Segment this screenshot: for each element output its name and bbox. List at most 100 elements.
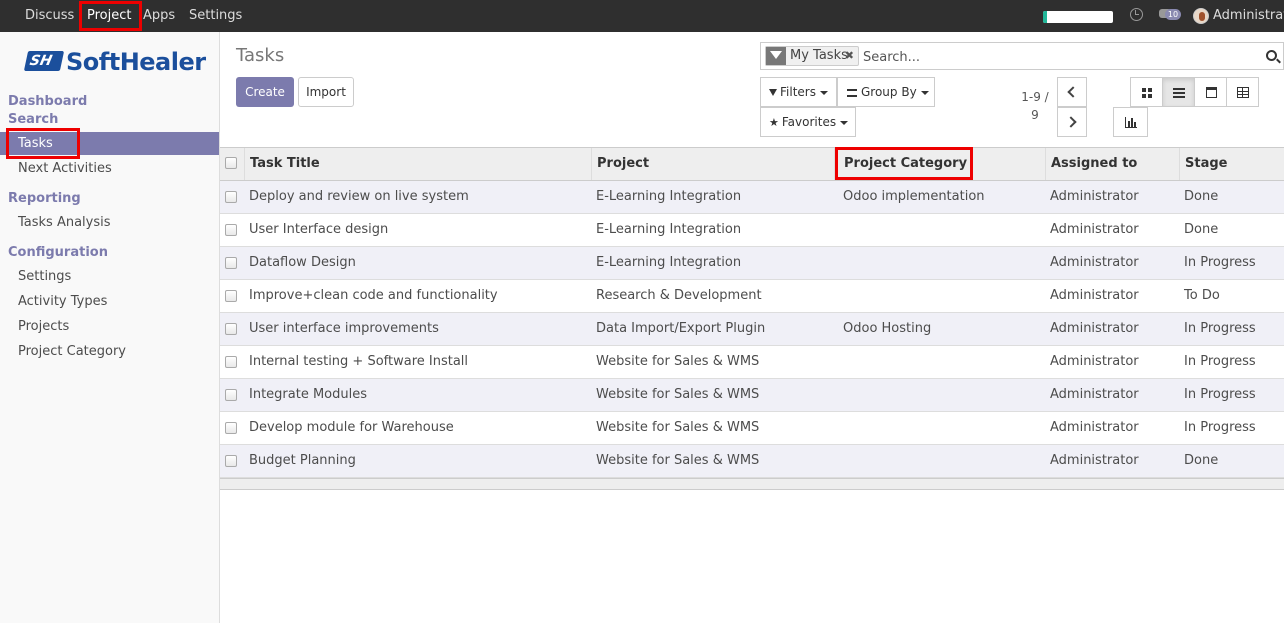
sidebar-section-configuration[interactable]: Configuration [8,245,108,260]
cell-project: Research & Development [596,288,762,303]
cell-stage: Done [1184,453,1219,468]
table-row[interactable]: Improve+clean code and functionality Rese… [220,280,1284,313]
list-view-button[interactable] [1162,77,1195,107]
sidebar-section-reporting[interactable]: Reporting [8,191,81,206]
pager-total: 9 [1031,108,1039,122]
column-header-project[interactable]: Project [597,148,649,180]
cell-assigned-to: Administrator [1050,288,1139,303]
highlight-box-project-category [835,147,973,180]
sidebar-section-search[interactable]: Search [8,112,58,127]
message-count-badge: 10 [1165,9,1181,20]
sidebar-item-projects[interactable]: Projects [18,319,69,334]
sidebar: SoftHealer Dashboard Search Tasks Next A… [0,32,220,623]
cell-stage: In Progress [1184,321,1256,336]
group-by-label: Group By [861,85,917,99]
import-button[interactable]: Import [298,77,354,107]
sidebar-item-next-activities[interactable]: Next Activities [18,161,112,176]
cell-task-title: Deploy and review on live system [249,189,469,204]
row-checkbox[interactable] [225,323,237,335]
highlight-box-tasks [6,128,80,159]
select-all-checkbox[interactable] [225,157,237,169]
user-avatar[interactable] [1193,8,1209,24]
column-header-stage[interactable]: Stage [1185,148,1227,180]
caret-down-icon [920,90,929,95]
menu-discuss[interactable]: Discuss [25,0,74,32]
row-checkbox[interactable] [225,356,237,368]
pivot-view-button[interactable] [1226,77,1259,107]
caret-down-icon [840,120,849,125]
table-row[interactable]: Develop module for Warehouse Website for … [220,412,1284,445]
sidebar-item-activity-types[interactable]: Activity Types [18,294,107,309]
row-checkbox[interactable] [225,422,237,434]
table-grid-icon [1237,87,1249,98]
filters-dropdown[interactable]: Filters [760,77,837,107]
cell-assigned-to: Administrator [1050,222,1139,237]
cell-task-title: Improve+clean code and functionality [249,288,498,303]
row-checkbox[interactable] [225,224,237,236]
table-row[interactable]: User interface improvements Data Import/E… [220,313,1284,346]
main-content: Tasks Create Import My Tasks ✖ Filters G… [220,32,1284,623]
table-row[interactable]: Deploy and review on live system E-Learni… [220,181,1284,214]
cell-stage: In Progress [1184,255,1256,270]
cell-assigned-to: Administrator [1050,255,1139,270]
cell-task-title: User interface improvements [249,321,439,336]
sidebar-item-tasks-analysis[interactable]: Tasks Analysis [18,215,111,230]
cell-project: Website for Sales & WMS [596,387,760,402]
cell-task-title: User Interface design [249,222,389,237]
highlight-box-project [79,1,142,31]
sidebar-item-settings[interactable]: Settings [18,269,71,284]
column-divider [1045,148,1046,180]
pager-next-button[interactable] [1057,107,1087,137]
cell-stage: In Progress [1184,354,1256,369]
star-icon: ★ [769,116,779,129]
cell-assigned-to: Administrator [1050,387,1139,402]
table-row[interactable]: Budget Planning Website for Sales & WMS Ad… [220,445,1284,478]
cell-assigned-to: Administrator [1050,354,1139,369]
pager-previous-button[interactable] [1057,77,1087,107]
calendar-view-button[interactable] [1194,77,1227,107]
favorites-label: Favorites [781,115,837,129]
row-checkbox[interactable] [225,389,237,401]
create-button[interactable]: Create [236,77,294,107]
row-checkbox[interactable] [225,257,237,269]
progress-bar[interactable] [1043,11,1113,23]
table-footer [220,478,1284,490]
cell-project-category: Odoo implementation [843,189,985,204]
menu-apps[interactable]: Apps [143,0,175,32]
graph-view-button[interactable] [1113,107,1148,137]
table-row[interactable]: Internal testing + Software Install Websi… [220,346,1284,379]
search-facet-my-tasks[interactable]: My Tasks ✖ [765,46,859,66]
column-divider [244,148,245,180]
pager-value[interactable]: 1-9 / 9 [1020,88,1050,124]
row-checkbox[interactable] [225,290,237,302]
activity-clock-icon[interactable] [1130,8,1143,21]
column-header-assigned-to[interactable]: Assigned to [1051,148,1137,180]
sidebar-section-dashboard[interactable]: Dashboard [8,94,87,109]
cell-stage: Done [1184,222,1219,237]
cell-project: E-Learning Integration [596,222,742,237]
table-row[interactable]: Integrate Modules Website for Sales & WMS… [220,379,1284,412]
column-header-task-title[interactable]: Task Title [250,148,320,180]
table-row[interactable]: User Interface design E-Learning Integrat… [220,214,1284,247]
cell-project: Website for Sales & WMS [596,354,760,369]
row-checkbox[interactable] [225,455,237,467]
search-input[interactable] [863,47,1253,67]
menu-settings[interactable]: Settings [189,0,242,32]
table-row[interactable]: Dataflow Design E-Learning Integration Adm… [220,247,1284,280]
sidebar-item-project-category[interactable]: Project Category [18,344,126,359]
user-menu[interactable]: Administrator [1213,0,1284,32]
cell-stage: Done [1184,189,1219,204]
group-by-dropdown[interactable]: Group By [837,77,935,107]
row-checkbox[interactable] [225,191,237,203]
bar-chart-icon [1125,117,1137,128]
cell-project-category: Odoo Hosting [843,321,932,336]
cell-assigned-to: Administrator [1050,453,1139,468]
search-icon[interactable] [1266,50,1277,61]
list-icon [1173,88,1185,98]
pager-range: 1-9 / [1021,90,1049,104]
facet-label: My Tasks [790,48,848,63]
favorites-dropdown[interactable]: ★ Favorites [760,107,856,137]
cell-project: E-Learning Integration [596,255,742,270]
remove-facet-icon[interactable]: ✖ [845,47,854,65]
kanban-view-button[interactable] [1130,77,1163,107]
